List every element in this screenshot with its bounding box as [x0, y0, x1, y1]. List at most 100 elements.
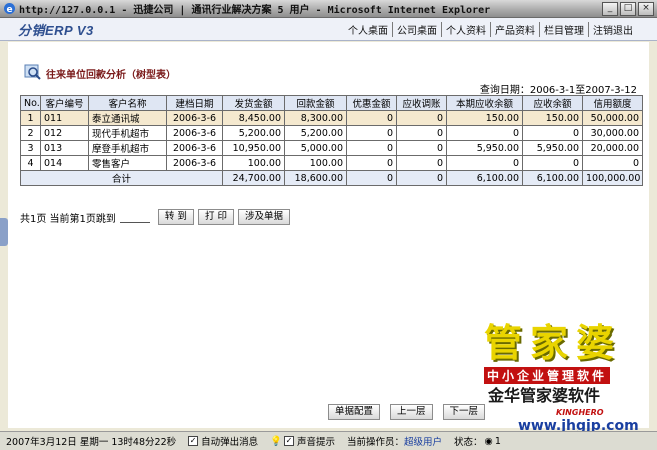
cell-received-amount: 5,000.00 [284, 140, 347, 156]
window-titlebar: e http://127.0.0.1 - 迅捷公司 | 通讯行业解决方案 5 用… [0, 0, 657, 18]
nav-product-info[interactable]: 产品资料 [490, 21, 539, 37]
sound-label: 声音提示 [296, 437, 335, 448]
page-heading: 往来单位回款分析（树型表） [24, 64, 176, 82]
col-header-customer-code[interactable]: 客户编号 [40, 95, 89, 111]
cell-customer-name[interactable]: 现代手机超市 [88, 125, 167, 141]
cell-period-receivable: 0 [446, 125, 523, 141]
brand-name: 管家婆 [484, 320, 623, 365]
print-button[interactable]: 打 印 [197, 209, 234, 225]
cell-discount-amount: 0 [346, 140, 397, 156]
status-datetime: 2007年3月12日 星期一 13时48分22秒 [6, 437, 177, 448]
sound-toggle[interactable]: 💡 ✓ 声音提示 [264, 434, 341, 449]
total-receivable-balance: 6,100.00 [522, 170, 583, 186]
cell-received-amount: 8,300.00 [284, 110, 347, 126]
document-config-button[interactable]: 单据配置 [328, 404, 381, 420]
cell-customer-code: 013 [40, 140, 89, 156]
state-info: 状态： ◉ 1 [448, 434, 507, 449]
auto-popup-label: 自动弹出消息 [201, 437, 259, 448]
cell-discount-amount: 0 [346, 125, 397, 141]
total-shipped-amount: 24,700.00 [222, 170, 285, 186]
window-title: http://127.0.0.1 - 迅捷公司 | 通讯行业解决方案 5 用户 … [19, 5, 491, 16]
nav-personal-desktop[interactable]: 个人桌面 [344, 22, 392, 37]
operator-info: 当前操作员： 超级用户 [341, 434, 448, 448]
app-logo: 分销ERP V3 [18, 22, 94, 38]
goto-button[interactable]: 转 到 [157, 209, 194, 225]
pagination-bar: 共1页 当前第1页跳到 转 到 打 印 涉及单据 [20, 209, 290, 225]
status-bar: 2007年3月12日 星期一 13时48分22秒 ✓ 自动弹出消息 💡 ✓ 声音… [0, 431, 657, 450]
ie-icon: e [4, 3, 15, 15]
auto-popup-checkbox[interactable]: ✓ [188, 436, 199, 446]
col-header-discount-amount[interactable]: 优惠金额 [346, 95, 397, 111]
cell-credit-limit: 20,000.00 [582, 140, 643, 156]
receivables-table: No. 客户编号 客户名称 建档日期 发货金额 回款金额 优惠金额 应收调账 本… [20, 95, 643, 186]
cell-created-date: 2006-3-6 [166, 140, 223, 156]
col-header-no[interactable]: No. [20, 95, 41, 111]
cell-customer-code: 012 [40, 125, 89, 141]
col-header-created-date[interactable]: 建档日期 [166, 95, 223, 111]
brand-en: KINGHERO [556, 408, 604, 417]
page-title: 往来单位回款分析（树型表） [46, 69, 176, 81]
cell-receivable-balance: 0 [522, 155, 583, 171]
cell-receivable-adjust: 0 [396, 110, 447, 126]
col-header-customer-name[interactable]: 客户名称 [88, 95, 167, 111]
sidebar-toggle-handle[interactable] [0, 218, 8, 246]
auto-popup-toggle[interactable]: ✓ 自动弹出消息 [182, 434, 264, 448]
cell-customer-code: 011 [40, 110, 89, 126]
cell-customer-code: 014 [40, 155, 89, 171]
operator-label: 当前操作员： [347, 437, 405, 448]
col-header-period-receivable[interactable]: 本期应收余额 [446, 95, 523, 111]
related-documents-button[interactable]: 涉及单据 [237, 209, 290, 225]
table-row[interactable]: 2 012 现代手机超市 2006-3-6 5,200.00 5,200.00 … [20, 125, 643, 141]
col-header-receivable-adjust[interactable]: 应收调账 [396, 95, 447, 111]
col-header-credit-limit[interactable]: 信用额度 [582, 95, 643, 111]
close-button[interactable]: × [638, 1, 654, 16]
state-radio-icon[interactable]: ◉ [485, 436, 493, 447]
col-header-received-amount[interactable]: 回款金额 [284, 95, 347, 111]
operator-name[interactable]: 超级用户 [404, 434, 442, 448]
cell-created-date: 2006-3-6 [166, 125, 223, 141]
cell-discount-amount: 0 [346, 110, 397, 126]
cell-created-date: 2006-3-6 [166, 110, 223, 126]
level-down-button[interactable]: 下一层 [442, 404, 486, 420]
cell-receivable-adjust: 0 [396, 125, 447, 141]
magnifier-icon [24, 64, 41, 80]
nav-company-desktop[interactable]: 公司桌面 [392, 21, 441, 37]
cell-credit-limit: 50,000.00 [582, 110, 643, 126]
jump-page-input[interactable] [119, 211, 150, 223]
cell-customer-name[interactable]: 零售客户 [88, 155, 167, 171]
maximize-button[interactable]: □ [620, 1, 636, 16]
cell-no: 3 [20, 140, 41, 156]
svg-text:e: e [7, 5, 13, 15]
col-header-shipped-amount[interactable]: 发货金额 [222, 95, 285, 111]
cell-credit-limit: 30,000.00 [582, 125, 643, 141]
nav-column-manage[interactable]: 栏目管理 [539, 21, 588, 37]
state-value: 1 [494, 435, 501, 447]
total-label: 合计 [20, 170, 223, 186]
minimize-button[interactable]: _ [602, 1, 618, 16]
table-row[interactable]: 4 014 零售客户 2006-3-6 100.00 100.00 0 0 0 … [20, 155, 643, 171]
lightbulb-icon: 💡 [270, 435, 282, 447]
cell-shipped-amount: 8,450.00 [222, 110, 285, 126]
cell-period-receivable: 5,950.00 [446, 140, 523, 156]
col-header-receivable-balance[interactable]: 应收余额 [522, 95, 583, 111]
cell-shipped-amount: 100.00 [222, 155, 285, 171]
cell-no: 1 [20, 110, 41, 126]
nav-logout[interactable]: 注销退出 [588, 21, 637, 37]
cell-customer-name[interactable]: 摩登手机超市 [88, 140, 167, 156]
level-up-button[interactable]: 上一层 [390, 404, 433, 420]
table-header-row: No. 客户编号 客户名称 建档日期 发货金额 回款金额 优惠金额 应收调账 本… [20, 95, 643, 111]
cell-customer-name[interactable]: 泰立通讯城 [88, 110, 167, 126]
cell-shipped-amount: 10,950.00 [222, 140, 285, 156]
cell-shipped-amount: 5,200.00 [222, 125, 285, 141]
state-label: 状态： [454, 437, 483, 448]
table-row[interactable]: 3 013 摩登手机超市 2006-3-6 10,950.00 5,000.00… [20, 140, 643, 156]
table-row[interactable]: 1 011 泰立通讯城 2006-3-6 8,450.00 8,300.00 0… [20, 110, 643, 126]
top-nav: 个人桌面 公司桌面 个人资料 产品资料 栏目管理 注销退出 [344, 21, 637, 37]
total-credit-limit: 100,000.00 [582, 170, 643, 186]
sound-checkbox[interactable]: ✓ [283, 436, 294, 446]
cell-period-receivable: 150.00 [446, 110, 523, 126]
nav-personal-info[interactable]: 个人资料 [441, 21, 490, 37]
total-receivable-adjust: 0 [396, 170, 447, 186]
cell-receivable-balance: 5,950.00 [522, 140, 583, 156]
brand-logo: 管家婆 中小企业管理软件 [484, 312, 654, 384]
